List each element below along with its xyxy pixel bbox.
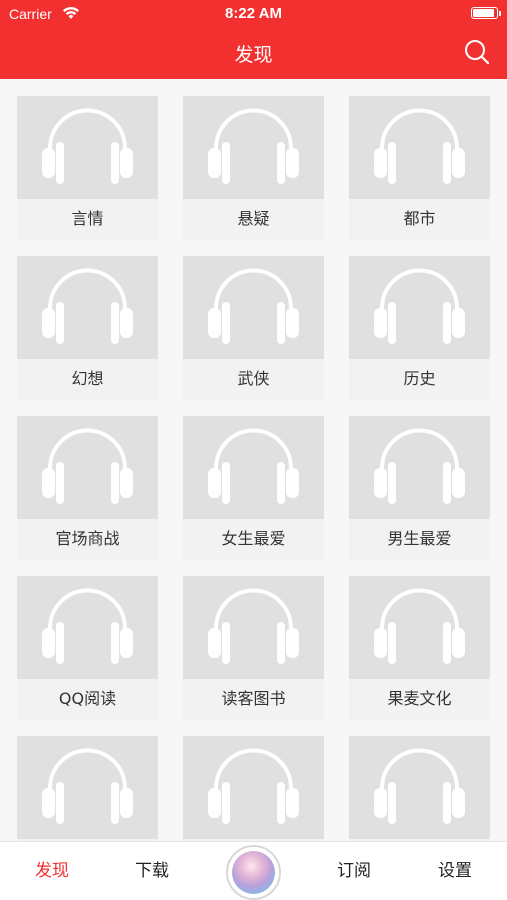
player-avatar-image bbox=[232, 851, 275, 894]
category-card[interactable]: 读客图书 bbox=[183, 576, 324, 720]
category-card[interactable]: 果麦文化 bbox=[349, 576, 490, 720]
cover-image bbox=[17, 576, 158, 679]
headphones-icon bbox=[208, 748, 299, 824]
headphones-icon bbox=[374, 428, 465, 504]
page-title: 发现 bbox=[234, 44, 273, 66]
category-card[interactable]: 幻想 bbox=[17, 256, 158, 400]
cover-image bbox=[17, 96, 158, 199]
status-bar: Carrier 8:22 AM bbox=[0, 0, 507, 28]
category-label: 读客图书 bbox=[221, 689, 286, 708]
tab-bar: 发现 下载 订阅 设置 bbox=[0, 841, 507, 900]
category-label: 历史 bbox=[403, 369, 436, 388]
battery-icon bbox=[471, 7, 501, 19]
cover-image bbox=[183, 96, 324, 199]
headphones-icon bbox=[374, 108, 465, 184]
category-label: 幻想 bbox=[71, 369, 104, 388]
tab-subscribe[interactable]: 订阅 bbox=[316, 842, 392, 900]
headphones-icon bbox=[42, 748, 133, 824]
cover-image bbox=[349, 576, 490, 679]
headphones-icon bbox=[208, 428, 299, 504]
cover-image bbox=[183, 576, 324, 679]
category-card[interactable]: 悬疑 bbox=[183, 96, 324, 240]
cover-image bbox=[183, 256, 324, 359]
cover-image bbox=[183, 736, 324, 839]
tab-download[interactable]: 下载 bbox=[114, 842, 190, 900]
header: Carrier 8:22 AM 发现 bbox=[0, 0, 507, 79]
category-card[interactable] bbox=[349, 736, 490, 841]
player-button[interactable] bbox=[226, 845, 281, 900]
category-label: 果麦文化 bbox=[387, 689, 452, 708]
category-label: 都市 bbox=[403, 209, 436, 228]
screen: Carrier 8:22 AM 发现 言情 悬疑 都市 幻想 武侠 历史 官场商… bbox=[0, 0, 507, 900]
clock: 8:22 AM bbox=[225, 5, 282, 22]
category-card[interactable]: QQ阅读 bbox=[17, 576, 158, 720]
category-label: 官场商战 bbox=[55, 529, 120, 548]
category-label: QQ阅读 bbox=[58, 689, 117, 708]
cover-image bbox=[349, 416, 490, 519]
category-label: 悬疑 bbox=[237, 209, 270, 228]
tab-discover[interactable]: 发现 bbox=[14, 842, 90, 900]
search-icon[interactable] bbox=[463, 38, 491, 66]
headphones-icon bbox=[208, 108, 299, 184]
category-card[interactable] bbox=[17, 736, 158, 841]
category-grid: 言情 悬疑 都市 幻想 武侠 历史 官场商战 女生最爱 男生最爱 QQ阅读 读客… bbox=[0, 79, 507, 841]
category-label: 女生最爱 bbox=[221, 529, 286, 548]
cover-image bbox=[17, 416, 158, 519]
cover-image bbox=[349, 736, 490, 839]
category-card[interactable]: 都市 bbox=[349, 96, 490, 240]
category-card[interactable]: 言情 bbox=[17, 96, 158, 240]
category-label: 言情 bbox=[71, 209, 104, 228]
category-card[interactable]: 男生最爱 bbox=[349, 416, 490, 560]
category-card[interactable]: 武侠 bbox=[183, 256, 324, 400]
category-label: 男生最爱 bbox=[387, 529, 452, 548]
category-card[interactable]: 女生最爱 bbox=[183, 416, 324, 560]
headphones-icon bbox=[42, 428, 133, 504]
headphones-icon bbox=[208, 268, 299, 344]
cover-image bbox=[17, 256, 158, 359]
cover-image bbox=[349, 96, 490, 199]
headphones-icon bbox=[208, 588, 299, 664]
headphones-icon bbox=[42, 268, 133, 344]
headphones-icon bbox=[374, 268, 465, 344]
tab-settings[interactable]: 设置 bbox=[417, 842, 493, 900]
headphones-icon bbox=[42, 588, 133, 664]
headphones-icon bbox=[374, 588, 465, 664]
category-card[interactable]: 历史 bbox=[349, 256, 490, 400]
headphones-icon bbox=[374, 748, 465, 824]
category-label: 武侠 bbox=[237, 369, 270, 388]
cover-image bbox=[349, 256, 490, 359]
headphones-icon bbox=[42, 108, 133, 184]
cover-image bbox=[183, 416, 324, 519]
category-card[interactable] bbox=[183, 736, 324, 841]
cover-image bbox=[17, 736, 158, 839]
category-card[interactable]: 官场商战 bbox=[17, 416, 158, 560]
